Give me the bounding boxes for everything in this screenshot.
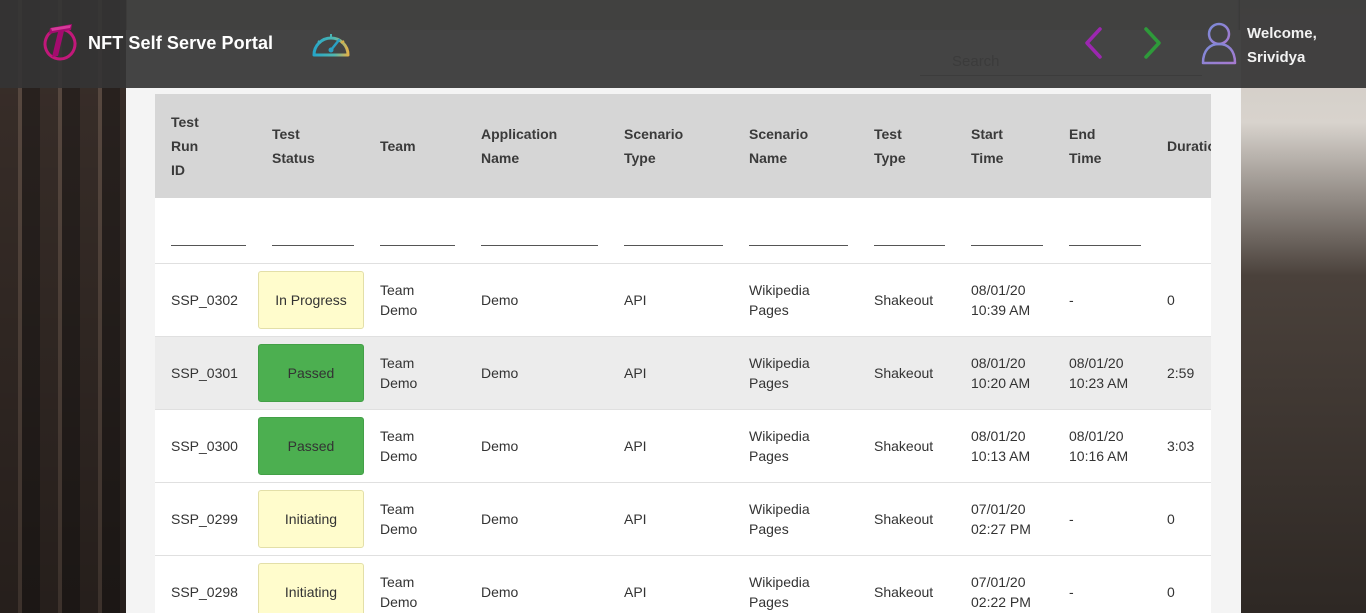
background-right — [1240, 0, 1366, 613]
filter-start-time[interactable] — [955, 198, 1053, 263]
filter-application-name[interactable] — [465, 198, 608, 263]
header-scenario-name[interactable]: Scenario Name — [733, 94, 858, 198]
user-name: Srividya — [1247, 49, 1306, 66]
header-test-run-id[interactable]: Test Run ID — [155, 94, 256, 198]
header-duration[interactable]: Duration — [1151, 94, 1211, 198]
header-application-name[interactable]: Application Name — [465, 94, 608, 198]
header-test-type[interactable]: Test Type — [858, 94, 955, 198]
filter-duration — [1151, 198, 1211, 263]
status-badge: Initiating — [258, 562, 364, 613]
cell-test-type: Shakeout — [874, 364, 934, 381]
cell-scenario-type: API — [624, 364, 647, 381]
cell-end-time: - — [1069, 510, 1074, 527]
cell-scenario-name: Wikipedia Pages — [749, 354, 810, 391]
filter-row — [155, 198, 1211, 263]
filter-team[interactable] — [364, 198, 465, 263]
filter-scenario-name[interactable] — [733, 198, 858, 263]
filter-test-run-id[interactable] — [155, 198, 256, 263]
table-row[interactable]: SSP_0301 Passed Team Demo Demo API Wikipe… — [155, 336, 1211, 409]
cell-start-time: 07/01/20 02:22 PM — [971, 573, 1031, 610]
table-row[interactable]: SSP_0299 Initiating Team Demo Demo API Wi… — [155, 482, 1211, 555]
cell-application-name: Demo — [481, 364, 519, 381]
cell-end-time: - — [1069, 583, 1074, 600]
gauge-icon[interactable] — [310, 27, 352, 59]
cell-end-time: - — [1069, 291, 1074, 308]
cell-duration: 2:59 — [1167, 364, 1195, 381]
cell-team: Team Demo — [380, 281, 418, 318]
cell-test-type: Shakeout — [874, 437, 934, 454]
table-header-row: Test Run ID Test Status Team Application Nam… — [155, 94, 1211, 198]
cell-application-name: Demo — [481, 583, 519, 600]
cell-test-run-id: SSP_0302 — [171, 291, 238, 308]
status-badge: In Progress — [258, 270, 364, 329]
cell-duration: 0 — [1167, 510, 1175, 527]
cell-test-type: Shakeout — [874, 510, 934, 527]
cell-scenario-type: API — [624, 583, 647, 600]
table-row[interactable]: SSP_0302 In Progress Team Demo Demo API W… — [155, 263, 1211, 336]
cell-start-time: 08/01/20 10:39 AM — [971, 281, 1031, 318]
cell-test-type: Shakeout — [874, 583, 934, 600]
cell-test-run-id: SSP_0298 — [171, 583, 238, 600]
cell-team: Team Demo — [380, 427, 418, 464]
chevron-right-icon[interactable] — [1140, 26, 1164, 60]
cell-duration: 3:03 — [1167, 437, 1195, 454]
cell-scenario-type: API — [624, 291, 647, 308]
cell-team: Team Demo — [380, 354, 418, 391]
cell-team: Team Demo — [380, 573, 418, 610]
filter-scenario-type[interactable] — [608, 198, 733, 263]
cell-scenario-name: Wikipedia Pages — [749, 500, 810, 537]
cell-scenario-type: API — [624, 510, 647, 527]
header-end-time[interactable]: End Time — [1053, 94, 1151, 198]
cell-start-time: 08/01/20 10:20 AM — [971, 354, 1031, 391]
filter-test-type[interactable] — [858, 198, 955, 263]
chevron-left-icon[interactable] — [1082, 26, 1106, 60]
cell-duration: 0 — [1167, 583, 1175, 600]
cell-start-time: 08/01/20 10:13 AM — [971, 427, 1031, 464]
cell-end-time: 08/01/20 10:23 AM — [1069, 354, 1129, 391]
header-team[interactable]: Team — [364, 94, 465, 198]
app-title: NFT Self Serve Portal — [88, 33, 274, 53]
test-runs-table: Test Run ID Test Status Team Application Nam… — [155, 94, 1211, 613]
telstra-logo-icon[interactable] — [42, 22, 78, 62]
cell-team: Team Demo — [380, 500, 418, 537]
cell-scenario-name: Wikipedia Pages — [749, 427, 810, 464]
header-scenario-type[interactable]: Scenario Type — [608, 94, 733, 198]
cell-application-name: Demo — [481, 510, 519, 527]
user-icon[interactable] — [1200, 20, 1238, 66]
cell-scenario-type: API — [624, 437, 647, 454]
cell-scenario-name: Wikipedia Pages — [749, 281, 810, 318]
test-runs-table-container: Test Run ID Test Status Team Application Nam… — [155, 94, 1211, 613]
cell-application-name: Demo — [481, 437, 519, 454]
top-app-bar: NFT Self Serve Portal Welcome, Srividya — [0, 0, 1366, 88]
cell-test-type: Shakeout — [874, 291, 934, 308]
cell-test-run-id: SSP_0300 — [171, 437, 238, 454]
status-badge: Passed — [258, 416, 364, 475]
cell-application-name: Demo — [481, 291, 519, 308]
filter-test-status[interactable] — [256, 198, 364, 263]
welcome-message: Welcome, Srividya — [1247, 22, 1317, 70]
header-test-status[interactable]: Test Status — [256, 94, 364, 198]
status-badge: Passed — [258, 343, 364, 402]
cell-test-run-id: SSP_0299 — [171, 510, 238, 527]
header-start-time[interactable]: Start Time — [955, 94, 1053, 198]
cell-end-time: 08/01/20 10:16 AM — [1069, 427, 1129, 464]
cell-scenario-name: Wikipedia Pages — [749, 573, 810, 610]
table-row[interactable]: SSP_0298 Initiating Team Demo Demo API Wi… — [155, 555, 1211, 613]
background-left — [0, 0, 126, 613]
cell-test-run-id: SSP_0301 — [171, 364, 238, 381]
status-badge: Initiating — [258, 489, 364, 548]
cell-start-time: 07/01/20 02:27 PM — [971, 500, 1031, 537]
filter-end-time[interactable] — [1053, 198, 1151, 263]
cell-duration: 0 — [1167, 291, 1175, 308]
table-row[interactable]: SSP_0300 Passed Team Demo Demo API Wikipe… — [155, 409, 1211, 482]
